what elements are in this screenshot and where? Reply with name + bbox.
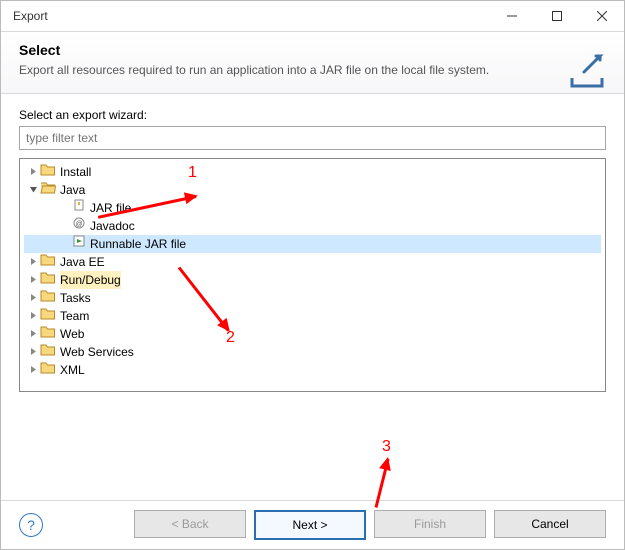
button-bar: ? < Back Next > Finish Cancel: [1, 500, 624, 549]
tree-node-runnable-jar[interactable]: Runnable JAR file: [24, 235, 601, 253]
folder-icon: [40, 162, 56, 181]
tree-label: Tasks: [60, 289, 91, 307]
folder-icon: [40, 306, 56, 325]
folder-icon: [40, 360, 56, 379]
next-button[interactable]: Next >: [254, 510, 366, 540]
tree-label: Run/Debug: [60, 271, 121, 289]
export-dialog: Export Select Export all resources requi…: [0, 0, 625, 550]
folder-open-icon: [40, 180, 56, 199]
runnable-jar-icon: [72, 234, 86, 253]
wizard-tree[interactable]: Install Java JAR file @ Javadoc: [19, 158, 606, 392]
tree-node-java[interactable]: Java: [24, 181, 601, 199]
chevron-right-icon[interactable]: [26, 275, 40, 284]
tree-node-web-services[interactable]: Web Services: [24, 343, 601, 361]
javadoc-icon: @: [72, 216, 86, 235]
tree-label: XML: [60, 361, 85, 379]
filter-input[interactable]: [19, 126, 606, 150]
tree-node-install[interactable]: Install: [24, 163, 601, 181]
banner: Select Export all resources required to …: [1, 32, 624, 94]
minimize-button[interactable]: [489, 1, 534, 31]
chevron-right-icon[interactable]: [26, 347, 40, 356]
tree-label: JAR file: [90, 199, 131, 217]
banner-title: Select: [19, 42, 606, 58]
tree-node-team[interactable]: Team: [24, 307, 601, 325]
wizard-label: Select an export wizard:: [19, 108, 606, 122]
tree-label: Web: [60, 325, 84, 343]
window-controls: [489, 1, 624, 31]
tree-node-xml[interactable]: XML: [24, 361, 601, 379]
tree-node-web[interactable]: Web: [24, 325, 601, 343]
annotation-number-3: 3: [382, 438, 391, 456]
chevron-right-icon[interactable]: [26, 311, 40, 320]
chevron-right-icon[interactable]: [26, 167, 40, 176]
folder-icon: [40, 342, 56, 361]
svg-text:@: @: [75, 221, 82, 228]
maximize-button[interactable]: [534, 1, 579, 31]
tree-node-java-ee[interactable]: Java EE: [24, 253, 601, 271]
export-icon: [566, 50, 608, 95]
back-button[interactable]: < Back: [134, 510, 246, 538]
tree-node-run-debug[interactable]: Run/Debug: [24, 271, 601, 289]
folder-icon: [40, 324, 56, 343]
folder-icon: [40, 270, 56, 289]
tree-label: Java: [60, 181, 85, 199]
jar-icon: [72, 198, 86, 217]
close-button[interactable]: [579, 1, 624, 31]
titlebar: Export: [1, 1, 624, 32]
cancel-button[interactable]: Cancel: [494, 510, 606, 538]
folder-icon: [40, 288, 56, 307]
chevron-right-icon[interactable]: [26, 257, 40, 266]
tree-label: Javadoc: [90, 217, 135, 235]
window-title: Export: [13, 9, 48, 23]
main: Select an export wizard: Install Java JA…: [1, 94, 624, 400]
tree-label: Install: [60, 163, 91, 181]
chevron-down-icon[interactable]: [26, 185, 40, 194]
chevron-right-icon[interactable]: [26, 365, 40, 374]
tree-label: Runnable JAR file: [90, 235, 186, 253]
chevron-right-icon[interactable]: [26, 293, 40, 302]
folder-icon: [40, 252, 56, 271]
banner-description: Export all resources required to run an …: [19, 62, 549, 79]
tree-node-jar-file[interactable]: JAR file: [24, 199, 601, 217]
tree-label: Team: [60, 307, 89, 325]
finish-button[interactable]: Finish: [374, 510, 486, 538]
help-button[interactable]: ?: [19, 513, 43, 537]
tree-node-javadoc[interactable]: @ Javadoc: [24, 217, 601, 235]
tree-node-tasks[interactable]: Tasks: [24, 289, 601, 307]
tree-label: Web Services: [60, 343, 134, 361]
tree-label: Java EE: [60, 253, 105, 271]
chevron-right-icon[interactable]: [26, 329, 40, 338]
